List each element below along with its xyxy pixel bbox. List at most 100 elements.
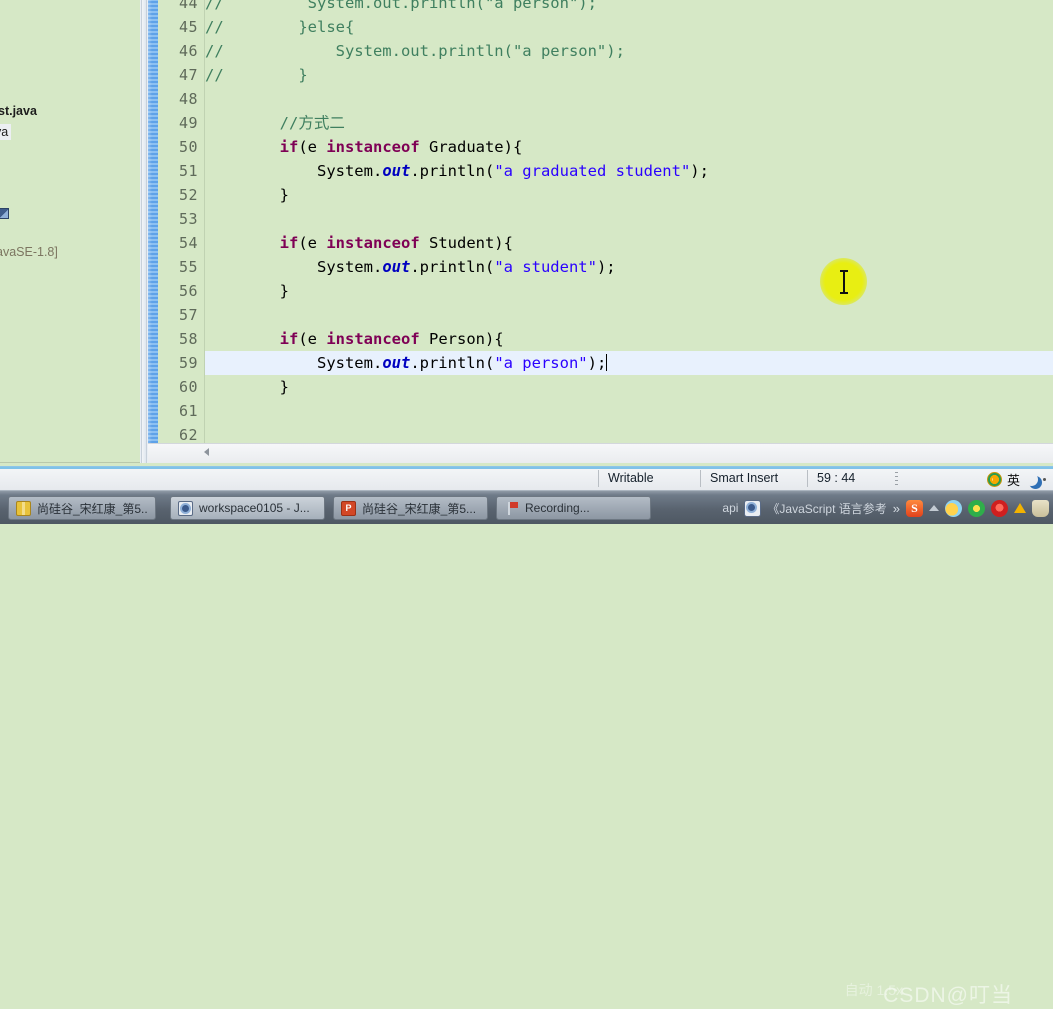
explorer-item-jre[interactable]: avaSE-1.8] [0,245,58,259]
antivirus-icon[interactable] [968,499,985,517]
code-line[interactable]: } [205,183,289,207]
code-token: (e [298,138,327,156]
code-token: "a person" [494,354,588,372]
line-number: 50 [178,138,198,156]
status-insert-mode: Smart Insert [710,471,779,485]
explorer-item-file[interactable]: st.java [0,104,37,118]
line-number: 48 [178,90,198,108]
editor-sash[interactable] [140,0,148,463]
code-line[interactable]: System.out.println("a graduated student"… [205,159,709,183]
taskbar-button-eclipse[interactable]: workspace0105 - J... [170,496,325,520]
code-text-area[interactable]: // System.out.println("a person");// }el… [205,0,1053,443]
line-number: 46 [178,42,198,60]
taskbar-button-pdf[interactable]: 尚硅谷_宋红康_第5... [8,496,156,520]
taskbar-button-powerpoint[interactable]: P 尚硅谷_宋红康_第5... [333,496,488,520]
package-explorer-tree[interactable]: st.java va avaSE-1.8] [0,0,140,463]
code-token: Graduate){ [419,138,523,156]
warning-icon[interactable] [1014,503,1026,513]
status-separator-3 [807,470,808,487]
code-token: } [205,186,289,204]
book-icon [16,500,31,516]
code-line[interactable]: System.out.println("a person"); [205,351,608,375]
code-line[interactable]: if(e instanceof Graduate){ [205,135,523,159]
status-bar-top-rule [0,467,1053,469]
line-number: 45 [178,18,198,36]
package-explorer[interactable]: st.java va avaSE-1.8] [0,0,140,463]
tray-extra-icon[interactable] [1032,499,1049,517]
code-token: ); [587,354,607,372]
line-number: 59 [178,354,198,372]
code-token: (e [298,330,327,348]
sogou-logo-icon[interactable] [986,471,1002,487]
tray-overflow-chevron-icon[interactable]: » [893,501,900,516]
status-writable: Writable [608,471,654,485]
security-shield-icon[interactable] [991,499,1008,517]
code-token: // } [205,66,308,84]
code-token: (e [298,234,327,252]
code-line[interactable]: // System.out.println("a person"); [205,0,597,15]
annotation-ruler[interactable] [148,0,158,443]
code-line[interactable]: //方式二 [205,111,345,135]
windows-taskbar: 尚硅谷_宋红康_第5... workspace0105 - J... P 尚硅谷… [0,490,1053,1007]
code-line[interactable]: // System.out.println("a person"); [205,39,625,63]
tray-js-reference-label[interactable]: 《JavaScript 语言参考 [767,500,886,517]
explorer-item-selected[interactable]: va [0,124,12,140]
java-editor[interactable]: 44 45 46 47 48 49 50 51 52 53 54 55 56 57 58 59 60 61 62 /… [148,0,1053,443]
code-line[interactable]: if(e instanceof Student){ [205,231,513,255]
line-number: 51 [178,162,198,180]
ime-menu-dot-icon[interactable] [1043,477,1046,481]
line-number: 55 [178,258,198,276]
screen: st.java va avaSE-1.8] 44 45 46 47 48 49 50 51 52… [0,0,1053,1007]
taskbar-label: Recording... [525,501,590,515]
scroll-left-arrow-icon[interactable] [204,448,209,456]
line-number-gutter: 44 45 46 47 48 49 50 51 52 53 54 55 56 57 58 59 60 61 62 [158,0,204,443]
code-token: out [382,162,411,180]
code-token: System. [205,162,383,180]
code-token: if [279,138,299,156]
code-line[interactable]: // } [205,63,308,87]
code-line[interactable]: System.out.println("a student"); [205,255,616,279]
scrollbar-track[interactable] [148,444,1053,463]
ime-moon-icon[interactable] [1025,473,1038,486]
ime-language-label[interactable]: 英 [1007,470,1020,489]
tray-expand-arrow-icon[interactable] [929,505,939,511]
code-token: if [279,234,299,252]
code-token: Student){ [419,234,513,252]
editor-horizontal-scrollbar[interactable] [148,443,1053,463]
status-resize-grip[interactable] [895,472,898,486]
text-caret [606,354,608,371]
code-token: // System.out.println("a person"); [205,42,625,60]
weather-icon[interactable] [945,499,962,517]
code-token: "a student" [494,258,597,276]
status-separator-2 [700,470,701,487]
code-token: // [205,0,233,12]
tray-api-label[interactable]: api [722,501,738,515]
system-tray[interactable]: api 《JavaScript 语言参考 » S [722,491,1049,525]
line-number: 60 [178,378,198,396]
code-token: instanceof [326,138,420,156]
status-bar: Writable Smart Insert 59 : 44 英 [0,466,1053,490]
sogou-browser-icon[interactable]: S [906,499,923,517]
code-line[interactable]: } [205,279,289,303]
code-token: System. [205,258,383,276]
line-number: 54 [178,234,198,252]
code-line[interactable]: } [205,375,289,399]
help-book-icon[interactable] [744,499,762,517]
status-cursor-position: 59 : 44 [817,471,856,485]
java-class-icon [0,208,9,219]
recording-icon [504,501,519,516]
code-token: instanceof [326,330,420,348]
ime-toolbar[interactable]: 英 [982,468,1051,490]
code-token: // }else{ [205,18,355,36]
line-number: 57 [178,306,198,324]
code-token: ); [690,162,709,180]
code-token: //方式二 [205,114,345,132]
code-line[interactable]: if(e instanceof Person){ [205,327,504,351]
code-token: .println( [410,162,495,180]
taskbar-button-recording[interactable]: Recording... [496,496,651,520]
code-token: Person){ [419,330,504,348]
code-line[interactable]: // }else{ [205,15,354,39]
